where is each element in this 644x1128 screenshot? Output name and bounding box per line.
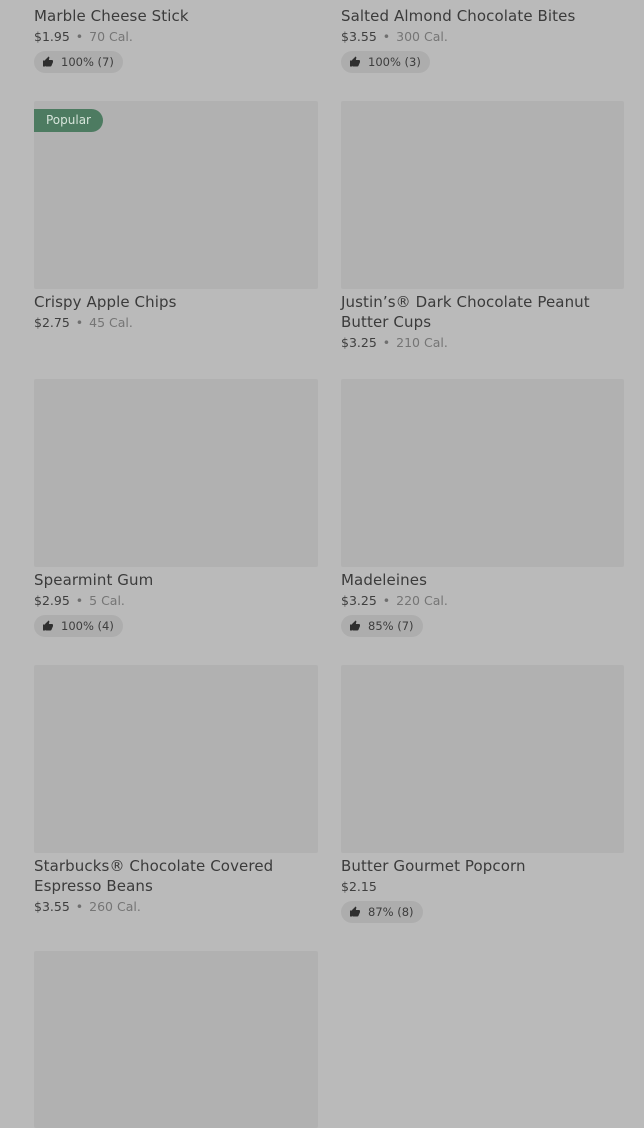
meta-separator: •	[382, 593, 391, 608]
popular-badge: Popular	[34, 109, 103, 132]
rating-badge: 87% (8)	[341, 901, 423, 923]
product-calories: 5 Cal.	[89, 593, 125, 608]
product-calories: 220 Cal.	[396, 593, 448, 608]
product-card[interactable]: Marble Cheese Stick $1.95 • 70 Cal. 100%…	[34, 0, 318, 73]
product-meta: $2.15	[341, 878, 624, 896]
product-price: $3.25	[341, 593, 377, 608]
meta-separator: •	[382, 29, 391, 44]
product-card[interactable]: Justin’s® Dark Chocolate Peanut Butter C…	[341, 101, 624, 352]
product-price: $3.55	[341, 29, 377, 44]
product-price: $3.25	[341, 335, 377, 350]
product-price: $3.55	[34, 899, 70, 914]
product-image[interactable]	[34, 665, 318, 853]
rating-badge: 100% (7)	[34, 51, 123, 73]
rating-value: 100% (7)	[61, 55, 114, 69]
product-price: $2.75	[34, 315, 70, 330]
meta-separator: •	[75, 315, 84, 330]
meta-separator: •	[75, 899, 84, 914]
product-image[interactable]	[341, 665, 624, 853]
rating-value: 100% (3)	[368, 55, 421, 69]
rating-badge: 100% (3)	[341, 51, 430, 73]
product-image[interactable]	[34, 379, 318, 567]
product-name: Spearmint Gum	[34, 571, 154, 589]
thumbs-up-icon	[350, 56, 360, 67]
thumbs-up-icon	[350, 906, 360, 917]
product-name: Starbucks® Chocolate Covered Espresso Be…	[34, 857, 274, 895]
product-meta: $2.75 • 45 Cal.	[34, 314, 318, 332]
product-card[interactable]: Salted Almond Chocolate Bites $3.55 • 30…	[341, 0, 624, 73]
product-name: Marble Cheese Stick	[34, 7, 189, 25]
thumbs-up-icon	[43, 56, 53, 67]
thumbs-up-icon	[43, 620, 53, 631]
product-image[interactable]	[34, 951, 318, 1128]
product-meta: $3.55 • 260 Cal.	[34, 898, 318, 916]
product-card[interactable]: Butter Gourmet Popcorn $2.15 87% (8)	[341, 665, 624, 923]
product-name: Madeleines	[341, 571, 427, 589]
rating-value: 87% (8)	[368, 905, 414, 919]
thumbs-up-icon	[350, 620, 360, 631]
product-image[interactable]	[341, 379, 624, 567]
product-card[interactable]	[34, 951, 318, 1128]
product-image[interactable]	[341, 101, 624, 289]
meta-separator: •	[382, 335, 391, 350]
product-meta: $3.55 • 300 Cal.	[341, 28, 624, 46]
product-price: $2.95	[34, 593, 70, 608]
product-image[interactable]: Popular	[34, 101, 318, 289]
rating-badge: 85% (7)	[341, 615, 423, 637]
product-name: Butter Gourmet Popcorn	[341, 857, 526, 875]
product-calories: 45 Cal.	[89, 315, 133, 330]
product-card[interactable]: Madeleines $3.25 • 220 Cal. 85% (7)	[341, 379, 624, 637]
product-meta: $2.95 • 5 Cal.	[34, 592, 318, 610]
product-calories: 210 Cal.	[396, 335, 448, 350]
product-name: Salted Almond Chocolate Bites	[341, 7, 576, 25]
product-price: $1.95	[34, 29, 70, 44]
product-price: $2.15	[341, 879, 377, 894]
rating-badge: 100% (4)	[34, 615, 123, 637]
product-calories: 300 Cal.	[396, 29, 448, 44]
rating-value: 85% (7)	[368, 619, 414, 633]
product-calories: 70 Cal.	[89, 29, 133, 44]
product-card[interactable]: Popular Crispy Apple Chips $2.75 • 45 Ca…	[34, 101, 318, 332]
product-meta: $3.25 • 210 Cal.	[341, 334, 624, 352]
product-name: Crispy Apple Chips	[34, 293, 177, 311]
product-card[interactable]: Spearmint Gum $2.95 • 5 Cal. 100% (4)	[34, 379, 318, 637]
product-meta: $1.95 • 70 Cal.	[34, 28, 318, 46]
meta-separator: •	[75, 593, 84, 608]
rating-value: 100% (4)	[61, 619, 114, 633]
meta-separator: •	[75, 29, 84, 44]
product-calories: 260 Cal.	[89, 899, 141, 914]
product-meta: $3.25 • 220 Cal.	[341, 592, 624, 610]
product-card[interactable]: Starbucks® Chocolate Covered Espresso Be…	[34, 665, 318, 916]
product-name: Justin’s® Dark Chocolate Peanut Butter C…	[341, 293, 590, 331]
